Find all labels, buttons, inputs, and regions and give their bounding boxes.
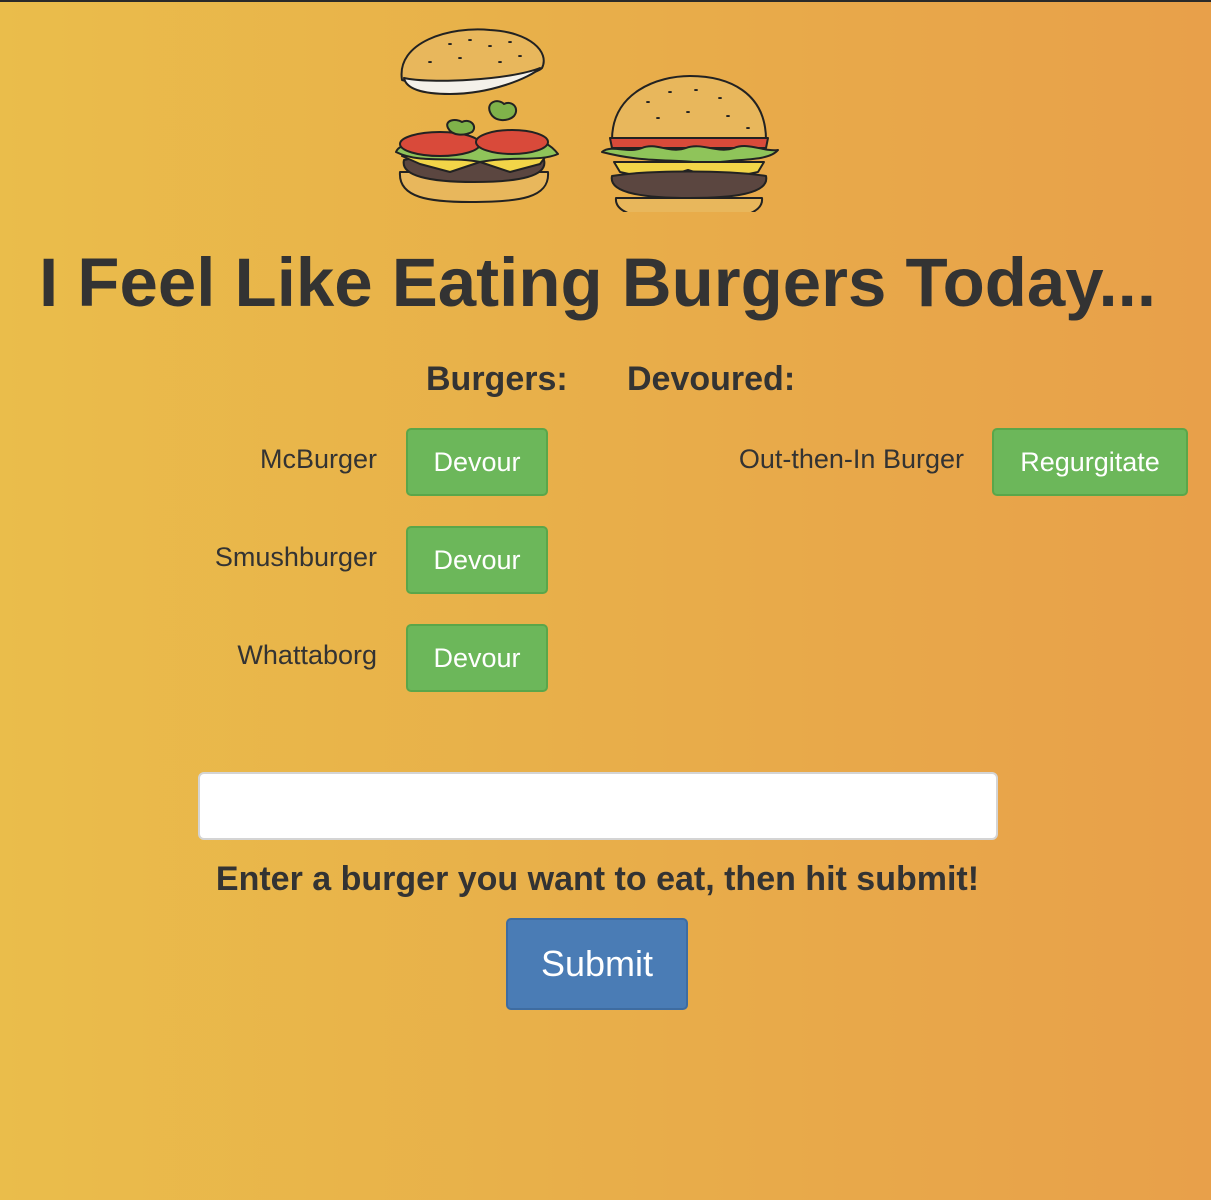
burger-assembled-icon	[601, 75, 779, 212]
form-instructions: Enter a burger you want to eat, then hit…	[215, 860, 980, 898]
burger-deconstructed-icon	[395, 28, 559, 203]
burger-name: Smushburger	[214, 542, 377, 572]
devour-button[interactable]: Devour	[406, 624, 548, 692]
devoured-burger-name: Out-then-In Burger	[738, 444, 964, 474]
burgers-column-heading: Burgers:	[426, 360, 568, 398]
burger-name: Whattaborg	[237, 640, 377, 670]
devour-button[interactable]: Devour	[406, 526, 548, 594]
regurgitate-button[interactable]: Regurgitate	[992, 428, 1188, 496]
page-title: I Feel Like Eating Burgers Today...	[38, 244, 1157, 321]
devoured-column-heading: Devoured:	[627, 360, 796, 398]
devour-button[interactable]: Devour	[406, 428, 548, 496]
burger-name: McBurger	[259, 444, 377, 474]
submit-button[interactable]: Submit	[506, 918, 688, 1010]
burger-illustration	[395, 28, 779, 212]
burger-name-input[interactable]	[198, 772, 998, 840]
